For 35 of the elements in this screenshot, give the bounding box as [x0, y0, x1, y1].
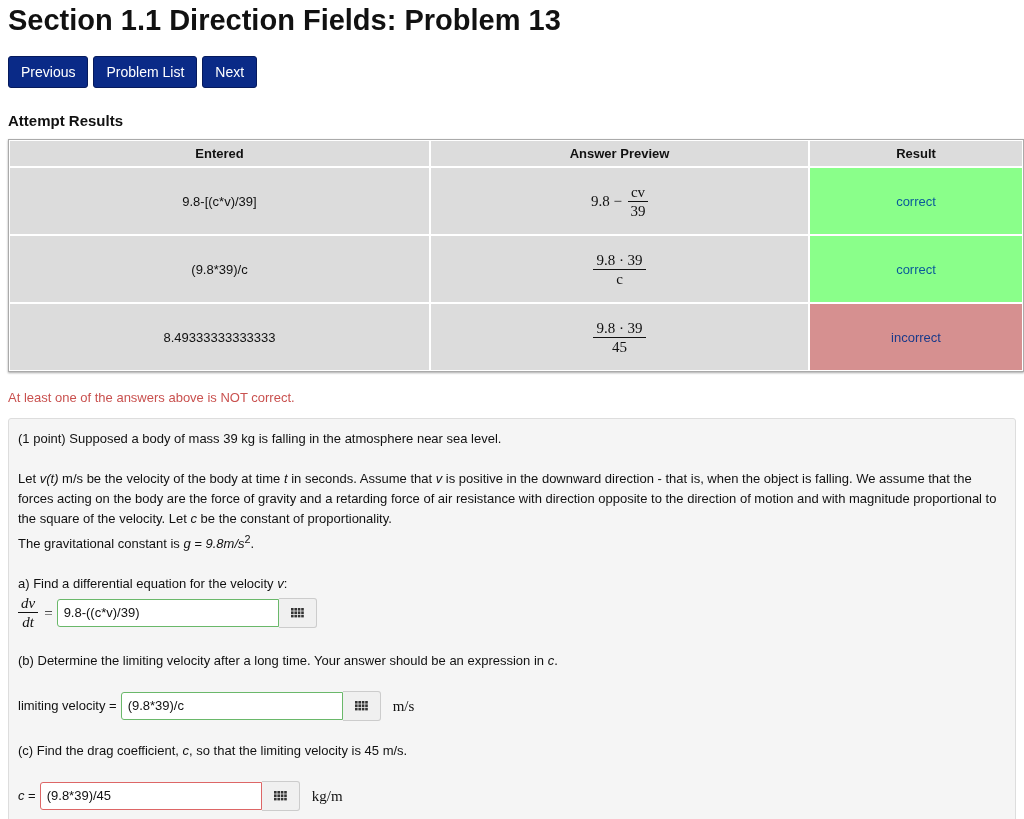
- keyboard-icon: [273, 791, 287, 802]
- equation-editor-button[interactable]: [278, 597, 317, 628]
- equation-editor-button[interactable]: [261, 781, 300, 812]
- unit-label: kg/m: [311, 787, 343, 807]
- answer-preview: 9.8 · 39 c: [593, 250, 646, 288]
- nav-button[interactable]: Problem List: [93, 56, 198, 88]
- column-header: Answer Preview: [431, 141, 808, 166]
- result-cell: incorrect: [810, 304, 1022, 370]
- entered-cell: 8.49333333333333: [10, 304, 429, 370]
- nav-button[interactable]: Next: [202, 56, 258, 88]
- column-header: Result: [810, 141, 1022, 166]
- question-text: (b) Determine the limiting velocity after a long time. Your answer should be an expression in c.: [18, 652, 559, 671]
- equation-editor-button[interactable]: [342, 691, 381, 722]
- problem-text: The gravitational constant is g = 9.8m/s$^{2}$.: [18, 532, 256, 554]
- nav-button[interactable]: Previous: [8, 56, 89, 88]
- keyboard-icon: [290, 607, 304, 618]
- keyboard-icon: [354, 701, 368, 712]
- question-text: (c) Find the drag coefficient, c, so that the limiting velocity is 45 m/s.: [18, 742, 409, 761]
- problem-text: (1 point) Supposed a body of mass 39 kg is falling in the atmosphere near sea level.: [18, 430, 503, 448]
- answer-field[interactable]: (9.8*39)/45: [39, 782, 262, 811]
- question-text: a) Find a differential equation for the velocity v:: [18, 575, 289, 594]
- answer-label: c =: [18, 787, 36, 806]
- section-heading: Attempt Results: [8, 112, 124, 129]
- unit-label: m/s: [392, 697, 415, 717]
- result-cell: correct: [810, 168, 1022, 234]
- answer-field[interactable]: 9.8-((c*v)/39): [56, 598, 279, 627]
- column-header: Entered: [10, 141, 429, 166]
- answer-label: limiting velocity =: [18, 697, 117, 716]
- entered-cell: (9.8*39)/c: [10, 236, 429, 302]
- error-message: At least one of the answers above is NOT correct.: [8, 390, 296, 405]
- page-title: Section 1.1 Direction Fields: Problem 13: [8, 3, 562, 38]
- answer-field[interactable]: (9.8*39)/c: [120, 692, 343, 721]
- entered-cell: 9.8-[(c*v)/39]: [10, 168, 429, 234]
- answer-preview: 9.8 · 39 45: [593, 318, 646, 356]
- result-cell: correct: [810, 236, 1022, 302]
